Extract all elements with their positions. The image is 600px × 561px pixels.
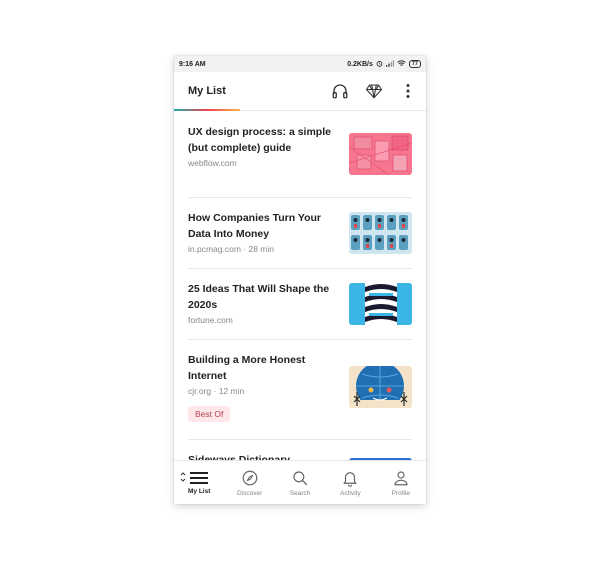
nav-activity[interactable]: Activity: [325, 461, 375, 504]
nav-label: Profile: [391, 489, 411, 497]
article-thumbnail: [349, 212, 412, 254]
list-icon: [190, 471, 209, 484]
phone-screen: 9:16 AM 0.2KB/s 77 My List UX design pro…: [174, 56, 426, 504]
diamond-icon[interactable]: [364, 81, 384, 101]
wifi-icon: [397, 59, 406, 69]
article-source: fortune.com: [188, 315, 233, 325]
status-time: 9:16 AM: [179, 60, 206, 68]
status-bar: 9:16 AM 0.2KB/s 77: [174, 56, 426, 72]
nav-label: Search: [289, 489, 311, 497]
list-item[interactable]: 25 Ideas That Will Shape the 2020s fortu…: [188, 269, 412, 340]
alarm-icon: [376, 60, 383, 69]
signal-icon: [385, 59, 394, 69]
article-source: webflow.com: [188, 158, 237, 168]
search-icon: [293, 470, 308, 485]
article-title: UX design process: a simple (but complet…: [188, 126, 331, 154]
article-title: Building a More Honest Internet: [188, 354, 306, 382]
article-list: UX design process: a simple (but complet…: [174, 112, 426, 461]
active-tab-indicator: [174, 109, 240, 111]
battery-icon: 77: [408, 60, 421, 68]
list-item[interactable]: Sideways Dictionary: [188, 440, 412, 461]
headphones-icon[interactable]: [330, 81, 350, 101]
nav-label: Discover: [236, 489, 263, 497]
best-of-badge: Best Of: [188, 406, 231, 422]
article-thumbnail: [349, 366, 412, 408]
nav-profile[interactable]: Profile: [376, 461, 426, 504]
list-item[interactable]: Building a More Honest Internet cjr.org …: [188, 340, 412, 440]
bell-icon: [343, 471, 358, 487]
article-source: cjr.org · 12 min: [188, 386, 245, 396]
chevron-updown-icon[interactable]: [180, 471, 186, 483]
list-item[interactable]: How Companies Turn Your Data Into Money …: [188, 198, 412, 269]
nav-my-list[interactable]: My List: [174, 461, 224, 504]
nav-label: My List: [188, 487, 211, 495]
article-thumbnail: [349, 133, 412, 175]
article-title: How Companies Turn Your Data Into Money: [188, 212, 322, 240]
nav-discover[interactable]: Discover: [224, 461, 274, 504]
page-title: My List: [188, 85, 226, 97]
list-item[interactable]: UX design process: a simple (but complet…: [188, 112, 412, 198]
compass-icon: [242, 470, 257, 485]
article-title: 25 Ideas That Will Shape the 2020s: [188, 283, 330, 311]
nav-search[interactable]: Search: [275, 461, 325, 504]
bottom-navigation: My List Discover Search Activity Profile: [174, 460, 426, 504]
app-bar: My List: [174, 72, 426, 111]
article-source: in.pcmag.com · 28 min: [188, 244, 274, 254]
more-vertical-icon[interactable]: [398, 81, 418, 101]
network-speed: 0.2KB/s: [347, 60, 373, 68]
nav-label: Activity: [340, 489, 361, 497]
person-icon: [394, 470, 408, 485]
article-thumbnail: [349, 283, 412, 325]
